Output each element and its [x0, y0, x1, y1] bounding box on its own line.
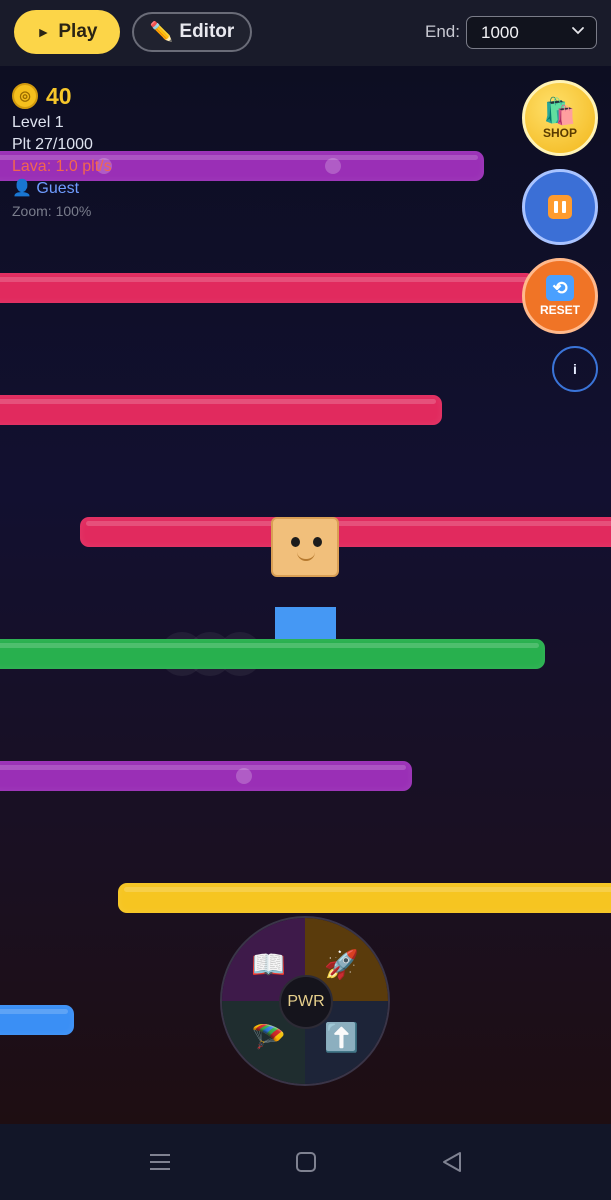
system-nav-bar	[0, 1124, 611, 1200]
shop-button[interactable]: 🛍️ SHOP	[522, 80, 598, 156]
end-level-value: 1000	[481, 23, 519, 42]
reset-button[interactable]: ⟲ RESET	[522, 258, 598, 334]
back-icon[interactable]	[440, 1150, 464, 1174]
coin-counter: ◎ 40	[12, 80, 112, 112]
parachute-icon: 🪂	[251, 1022, 286, 1053]
platform-blue	[0, 1005, 74, 1035]
platform-marker	[325, 158, 341, 174]
platform-pink	[80, 517, 611, 547]
coin-count: 40	[46, 83, 72, 109]
home-icon[interactable]	[294, 1150, 318, 1174]
platform-purple	[0, 761, 412, 791]
info-button[interactable]: i	[552, 346, 598, 392]
hud-panel: ◎ 40 Level 1 Plt 27/1000 Lava: 1.0 plt/s…	[12, 80, 112, 222]
platform-green	[0, 639, 545, 669]
power-hub-label: PWR	[287, 993, 325, 1010]
book-icon: 📖	[251, 949, 286, 980]
chevron-down-icon	[572, 27, 584, 35]
level-text: Level 1	[12, 114, 64, 131]
shop-label: SHOP	[542, 126, 577, 140]
play-label: Play	[58, 21, 98, 42]
coin-icon: ◎	[12, 83, 38, 109]
end-label: End:	[425, 22, 460, 41]
editor-button[interactable]: ✏️ Editor	[132, 12, 252, 52]
platform-pink	[0, 395, 442, 425]
player-eye	[291, 537, 300, 547]
end-level-select[interactable]: 1000	[466, 16, 597, 49]
user-icon: 👤	[12, 180, 32, 197]
pencil-icon: ✏️	[149, 22, 174, 43]
power-wheel[interactable]: 📖 🚀 🪂 ⬆️ PWR	[220, 916, 390, 1086]
player-eye	[313, 537, 322, 547]
play-icon: ►	[36, 24, 51, 40]
pause-icon	[548, 195, 572, 219]
platform-marker	[236, 768, 252, 784]
play-button[interactable]: ► Play	[14, 10, 120, 54]
info-label: i	[573, 361, 577, 377]
player-mouth	[297, 549, 315, 561]
rocket-icon: 🚀	[324, 949, 359, 980]
platform-pink	[0, 273, 535, 303]
up-arrow-icon: ⬆️	[324, 1022, 359, 1053]
top-toolbar: ► Play ✏️ Editor End: 1000	[0, 0, 611, 68]
lava-speed-text: Lava: 1.0 plt/s	[12, 158, 112, 175]
power-hub[interactable]: PWR	[279, 975, 333, 1029]
game-canvas[interactable]: ◎ 40 Level 1 Plt 27/1000 Lava: 1.0 plt/s…	[0, 66, 611, 1124]
user-row: 👤 Guest	[12, 178, 112, 200]
platform-progress-text: Plt 27/1000	[12, 136, 93, 153]
pause-button[interactable]	[522, 169, 598, 245]
platform-yellow	[118, 883, 611, 913]
reset-icon: ⟲	[546, 275, 574, 301]
editor-label: Editor	[179, 21, 235, 42]
zoom-text: Zoom: 100%	[12, 203, 92, 219]
blue-block	[275, 607, 336, 639]
shopping-bags-icon: 🛍️	[543, 96, 577, 126]
user-name: Guest	[36, 180, 80, 197]
player-character	[271, 517, 339, 577]
menu-icon[interactable]	[148, 1150, 172, 1174]
reset-label: RESET	[539, 303, 580, 317]
